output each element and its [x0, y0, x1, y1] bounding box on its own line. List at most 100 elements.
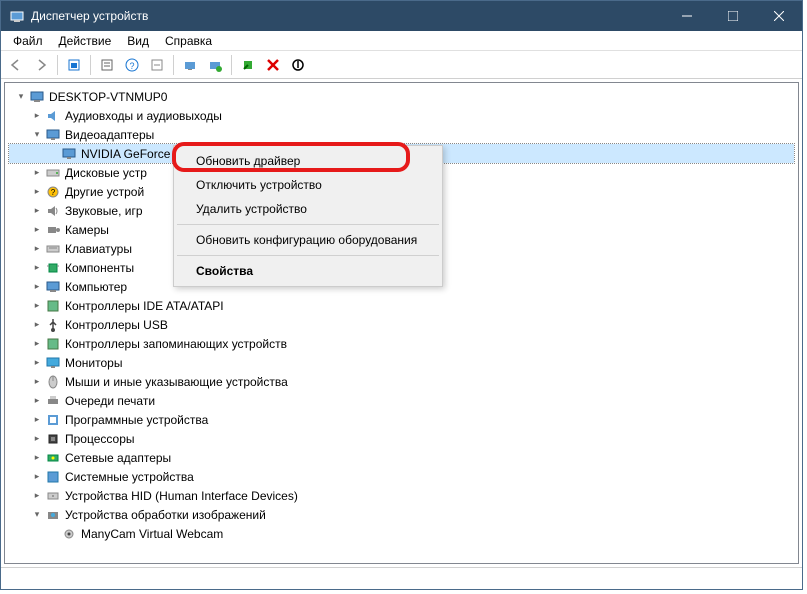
chevron-right-icon[interactable]: ▸ — [29, 186, 45, 197]
ctx-separator — [177, 224, 439, 225]
ctx-disable-device[interactable]: Отключить устройство — [176, 173, 440, 197]
enable-button[interactable] — [237, 54, 259, 76]
chevron-down-icon[interactable]: ▾ — [29, 129, 45, 140]
toolbar: ? — [1, 51, 802, 79]
chevron-right-icon[interactable]: ▸ — [29, 167, 45, 178]
tree-device[interactable]: ManyCam Virtual Webcam — [9, 524, 794, 543]
device-category-icon — [45, 355, 61, 371]
chevron-right-icon[interactable]: ▸ — [29, 300, 45, 311]
device-category-icon — [45, 488, 61, 504]
ctx-update-driver[interactable]: Обновить драйвер — [176, 149, 440, 173]
tree-label: Другие устрой — [65, 185, 144, 199]
tree-label: Клавиатуры — [65, 242, 132, 256]
device-category-icon — [45, 203, 61, 219]
ctx-rescan[interactable]: Обновить конфигурацию оборудования — [176, 228, 440, 252]
tree-panel: ▾ DESKTOP-VTNMUP0 ▸ Аудиовходы и аудиовыход… — [4, 82, 799, 564]
chevron-right-icon[interactable]: ▸ — [29, 281, 45, 292]
tree-category[interactable]: ▸ Сетевые адаптеры — [9, 448, 794, 467]
toolbar-separator — [231, 55, 232, 75]
tree-category[interactable]: ▸ Мыши и иные указывающие устройства — [9, 372, 794, 391]
tree-label: Устройства HID (Human Interface Devices) — [65, 489, 298, 503]
statusbar — [1, 567, 802, 589]
menu-action[interactable]: Действие — [51, 33, 120, 49]
tree-category[interactable]: ▾ Устройства обработки изображений — [9, 505, 794, 524]
chevron-right-icon[interactable]: ▸ — [29, 338, 45, 349]
action-button[interactable] — [146, 54, 168, 76]
tree-label: Мониторы — [65, 356, 122, 370]
device-category-icon — [45, 241, 61, 257]
chevron-right-icon[interactable]: ▸ — [29, 357, 45, 368]
menu-file[interactable]: Файл — [5, 33, 51, 49]
tree-label: DESKTOP-VTNMUP0 — [49, 90, 167, 104]
device-category-icon — [45, 450, 61, 466]
chevron-right-icon[interactable]: ▸ — [29, 243, 45, 254]
device-category-icon: ? — [45, 184, 61, 200]
tree-category[interactable]: ▸ Устройства HID (Human Interface Devices… — [9, 486, 794, 505]
scan-hardware-button[interactable] — [179, 54, 201, 76]
device-category-icon — [45, 469, 61, 485]
help-button[interactable]: ? — [121, 54, 143, 76]
window-title: Диспетчер устройств — [31, 9, 664, 23]
tree-category[interactable]: ▸ Аудиовходы и аудиовыходы — [9, 106, 794, 125]
device-category-icon — [45, 260, 61, 276]
back-button[interactable] — [5, 54, 27, 76]
tree-category[interactable]: ▸ Мониторы — [9, 353, 794, 372]
minimize-button[interactable] — [664, 1, 710, 31]
chevron-right-icon[interactable]: ▸ — [29, 395, 45, 406]
tree-root[interactable]: ▾ DESKTOP-VTNMUP0 — [9, 87, 794, 106]
menu-view[interactable]: Вид — [119, 33, 157, 49]
ctx-properties[interactable]: Свойства — [176, 259, 440, 283]
maximize-button[interactable] — [710, 1, 756, 31]
toolbar-separator — [90, 55, 91, 75]
tree-category[interactable]: ▸Очереди печати — [9, 391, 794, 410]
tree-label: Звуковые, игр — [65, 204, 143, 218]
tree-label: Мыши и иные указывающие устройства — [65, 375, 288, 389]
window-buttons — [664, 1, 802, 31]
device-category-icon — [45, 279, 61, 295]
disable-button[interactable] — [287, 54, 309, 76]
tree-category[interactable]: ▸Контроллеры USB — [9, 315, 794, 334]
tree-category[interactable]: ▸Контроллеры запоминающих устройств — [9, 334, 794, 353]
chevron-down-icon[interactable]: ▾ — [29, 509, 45, 520]
device-manager-window: Диспетчер устройств Файл Действие Вид Сп… — [0, 0, 803, 590]
up-button[interactable] — [63, 54, 85, 76]
chevron-right-icon[interactable]: ▸ — [29, 452, 45, 463]
uninstall-button[interactable] — [262, 54, 284, 76]
menu-help[interactable]: Справка — [157, 33, 220, 49]
chevron-right-icon[interactable]: ▸ — [29, 490, 45, 501]
device-category-icon — [45, 317, 61, 333]
update-driver-button[interactable] — [204, 54, 226, 76]
pc-icon — [29, 89, 45, 105]
chevron-right-icon[interactable]: ▸ — [29, 110, 45, 121]
device-category-icon — [45, 374, 61, 390]
tree-category[interactable]: ▸Контроллеры IDE ATA/ATAPI — [9, 296, 794, 315]
device-category-icon — [45, 222, 61, 238]
chevron-right-icon[interactable]: ▸ — [29, 224, 45, 235]
tree-label: Сетевые адаптеры — [65, 451, 171, 465]
ctx-remove-device[interactable]: Удалить устройство — [176, 197, 440, 221]
tree-category[interactable]: ▸Процессоры — [9, 429, 794, 448]
forward-button[interactable] — [30, 54, 52, 76]
chevron-right-icon[interactable]: ▸ — [29, 262, 45, 273]
chevron-down-icon[interactable]: ▾ — [13, 91, 29, 102]
tree-category[interactable]: ▾Видеоадаптеры — [9, 125, 794, 144]
chevron-right-icon[interactable]: ▸ — [29, 471, 45, 482]
tree-category[interactable]: ▸Системные устройства — [9, 467, 794, 486]
tree-label: Устройства обработки изображений — [65, 508, 266, 522]
chevron-right-icon[interactable]: ▸ — [29, 376, 45, 387]
device-category-icon — [45, 412, 61, 428]
chevron-right-icon[interactable]: ▸ — [29, 319, 45, 330]
chevron-right-icon[interactable]: ▸ — [29, 433, 45, 444]
properties-button[interactable] — [96, 54, 118, 76]
device-category-icon — [45, 336, 61, 352]
device-category-icon — [45, 165, 61, 181]
tree-label: Камеры — [65, 223, 109, 237]
close-button[interactable] — [756, 1, 802, 31]
tree-category[interactable]: ▸Программные устройства — [9, 410, 794, 429]
chevron-right-icon[interactable]: ▸ — [29, 414, 45, 425]
tree-label: Компоненты — [65, 261, 134, 275]
chevron-right-icon[interactable]: ▸ — [29, 205, 45, 216]
device-category-icon — [45, 393, 61, 409]
device-category-icon — [45, 431, 61, 447]
tree-label: Аудиовходы и аудиовыходы — [65, 109, 222, 123]
